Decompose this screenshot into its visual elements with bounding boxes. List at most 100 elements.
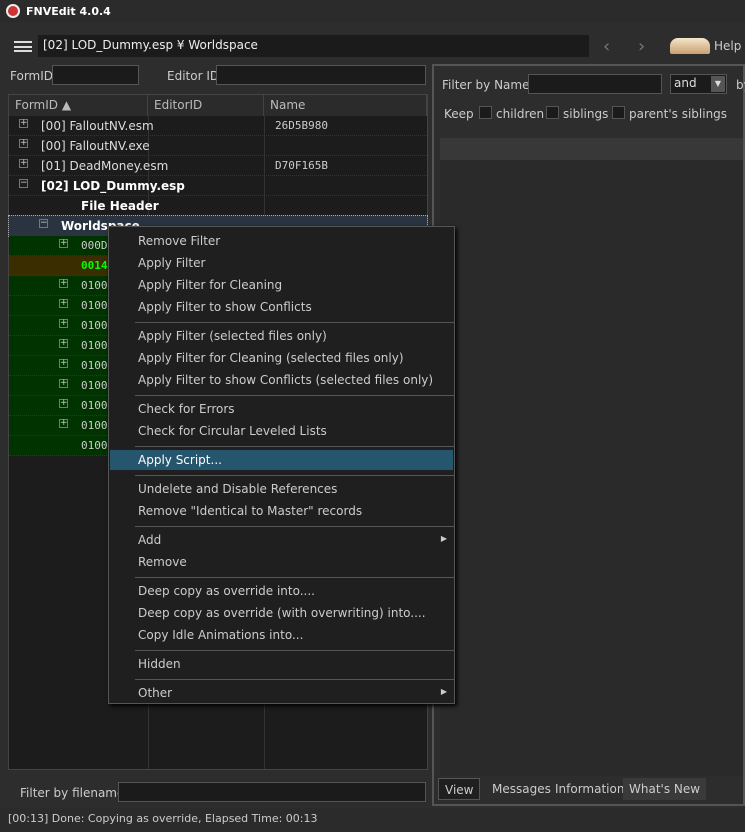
menu-item-apply-filter-for-cleaning-selected-files-only[interactable]: Apply Filter for Cleaning (selected file…: [110, 348, 453, 368]
menu-item-label: Add: [138, 533, 162, 547]
row-label: [02] LOD_Dummy.esp: [41, 179, 185, 193]
expand-icon[interactable]: +: [59, 379, 68, 388]
menu-item-apply-filter-for-cleaning[interactable]: Apply Filter for Cleaning: [110, 275, 453, 295]
tree-row[interactable]: + [00] FalloutNV.esm 26D5B980: [9, 116, 427, 136]
menu-item-hidden[interactable]: Hidden: [110, 654, 453, 674]
filter-filename-input[interactable]: [118, 782, 426, 802]
back-button[interactable]: ‹: [603, 36, 610, 57]
tree-row[interactable]: + [01] DeadMoney.esm D70F165B: [9, 156, 427, 176]
menu-separator: [135, 475, 454, 476]
menu-item-deep-copy-as-override-with-overwriting-into[interactable]: Deep copy as override (with overwriting)…: [110, 603, 453, 623]
tab-information[interactable]: Information: [549, 778, 630, 800]
expand-icon[interactable]: +: [59, 399, 68, 408]
column-header-name[interactable]: Name: [264, 95, 427, 116]
editorid-input[interactable]: [216, 65, 426, 85]
column-header-formid[interactable]: FormID ▲: [9, 95, 148, 116]
toolbar: [02] LOD_Dummy.esp ¥ Worldspace ‹ › Help: [0, 30, 745, 62]
row-formid: 0100: [81, 439, 108, 452]
parents-siblings-label[interactable]: parent's siblings: [629, 107, 727, 121]
siblings-checkbox[interactable]: [546, 106, 559, 119]
collapse-icon[interactable]: −: [39, 219, 48, 228]
forward-button[interactable]: ›: [638, 36, 645, 57]
tree-row[interactable]: − [02] LOD_Dummy.esp: [9, 176, 427, 196]
status-bar: [00:13] Done: Copying as override, Elaps…: [0, 808, 745, 832]
row-formid: 0100: [81, 319, 108, 332]
menu-item-label: Remove "Identical to Master" records: [138, 504, 363, 518]
book-icon[interactable]: [670, 38, 710, 54]
formid-label: FormID: [10, 69, 54, 83]
menu-item-remove[interactable]: Remove: [110, 552, 453, 572]
children-label[interactable]: children: [496, 107, 544, 121]
menu-item-label: Apply Filter to show Conflicts (selected…: [138, 373, 434, 387]
menu-item-copy-idle-animations-into[interactable]: Copy Idle Animations into...: [110, 625, 453, 645]
menu-item-label: Remove: [138, 555, 187, 569]
expand-icon[interactable]: +: [59, 319, 68, 328]
menu-item-label: Apply Filter (selected files only): [138, 329, 327, 343]
menu-item-label: Other: [138, 686, 173, 700]
parents-siblings-checkbox[interactable]: [612, 106, 625, 119]
children-checkbox[interactable]: [479, 106, 492, 119]
row-label: [01] DeadMoney.esm: [41, 159, 169, 173]
collapse-icon[interactable]: −: [19, 179, 28, 188]
filter-filename-label: Filter by filename:: [20, 786, 129, 800]
menu-item-apply-filter[interactable]: Apply Filter: [110, 253, 453, 273]
menu-item-other[interactable]: Other ▶: [110, 683, 453, 703]
expand-icon[interactable]: +: [59, 419, 68, 428]
hamburger-menu-icon[interactable]: [14, 41, 32, 52]
column-label: FormID: [15, 98, 59, 112]
expand-icon[interactable]: +: [19, 159, 28, 168]
row-formid: 0100: [81, 379, 108, 392]
window-title: FNVEdit 4.0.4: [26, 4, 111, 18]
by-label: by: [736, 78, 745, 92]
tab-bar: View Messages Information What's New: [438, 778, 743, 802]
tree-row[interactable]: + [00] FalloutNV.exe: [9, 136, 427, 156]
menu-item-apply-script[interactable]: Apply Script...: [110, 450, 453, 470]
menu-separator: [135, 322, 454, 323]
menu-item-remove-filter[interactable]: Remove Filter: [110, 231, 453, 251]
menu-item-label: Check for Circular Leveled Lists: [138, 424, 327, 438]
menu-separator: [135, 446, 454, 447]
siblings-label[interactable]: siblings: [563, 107, 608, 121]
row-formid: 0100: [81, 339, 108, 352]
expand-icon[interactable]: +: [59, 359, 68, 368]
menu-item-check-for-circular-leveled-lists[interactable]: Check for Circular Leveled Lists: [110, 421, 453, 441]
menu-item-check-for-errors[interactable]: Check for Errors: [110, 399, 453, 419]
row-name: D70F165B: [275, 159, 328, 172]
view-header: [440, 138, 743, 160]
expand-icon[interactable]: +: [19, 119, 28, 128]
column-header-editorid[interactable]: EditorID: [148, 95, 264, 116]
operator-select[interactable]: and ▼: [670, 74, 727, 94]
tab-whats-new[interactable]: What's New: [623, 778, 707, 800]
expand-icon[interactable]: +: [59, 279, 68, 288]
expand-icon[interactable]: +: [59, 239, 68, 248]
tab-messages[interactable]: Messages: [486, 778, 557, 800]
menu-item-add[interactable]: Add ▶: [110, 530, 453, 550]
filter-name-input[interactable]: [528, 74, 662, 94]
help-button[interactable]: Help: [714, 39, 741, 53]
row-formid: 0100: [81, 279, 108, 292]
expand-icon[interactable]: +: [59, 299, 68, 308]
menu-item-label: Copy Idle Animations into...: [138, 628, 304, 642]
menu-separator: [135, 650, 454, 651]
menu-item-remove-identical-to-master-records[interactable]: Remove "Identical to Master" records: [110, 501, 453, 521]
menu-item-undelete-and-disable-references[interactable]: Undelete and Disable References: [110, 479, 453, 499]
expand-icon[interactable]: +: [59, 339, 68, 348]
menu-item-label: Apply Filter for Cleaning (selected file…: [138, 351, 404, 365]
filter-name-label: Filter by Name:: [442, 78, 534, 92]
menu-item-apply-filter-selected-files-only[interactable]: Apply Filter (selected files only): [110, 326, 453, 346]
chevron-down-icon: ▼: [711, 76, 725, 92]
menu-item-apply-filter-to-show-conflicts-selected-files-only[interactable]: Apply Filter to show Conflicts (selected…: [110, 370, 453, 390]
row-name: 26D5B980: [275, 119, 328, 132]
menu-item-apply-filter-to-show-conflicts[interactable]: Apply Filter to show Conflicts: [110, 297, 453, 317]
row-label: File Header: [81, 199, 159, 213]
row-formid: 0100: [81, 399, 108, 412]
tab-view[interactable]: View: [438, 778, 481, 800]
title-bar: FNVEdit 4.0.4: [0, 0, 745, 22]
expand-icon[interactable]: +: [19, 139, 28, 148]
menu-item-label: Hidden: [138, 657, 181, 671]
navigation-path: [02] LOD_Dummy.esp ¥ Worldspace: [38, 35, 589, 57]
menu-item-label: Check for Errors: [138, 402, 235, 416]
tree-row[interactable]: File Header: [9, 196, 427, 216]
menu-item-deep-copy-as-override-into[interactable]: Deep copy as override into....: [110, 581, 453, 601]
formid-input[interactable]: [52, 65, 139, 85]
